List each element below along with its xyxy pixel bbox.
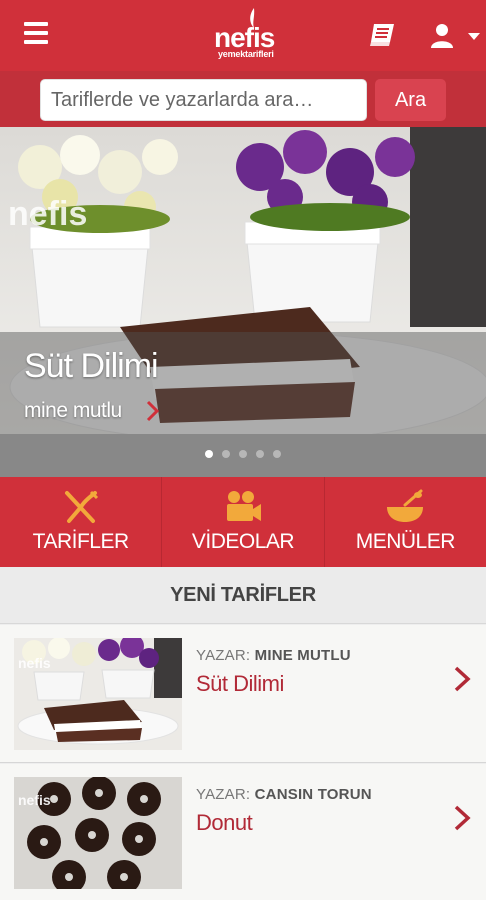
- hero-author[interactable]: mine mutlu: [24, 399, 122, 423]
- slide-dot[interactable]: [222, 450, 230, 458]
- recipe-title[interactable]: Donut: [196, 810, 253, 836]
- category-label: VİDEOLAR: [191, 530, 295, 553]
- category-tarifler[interactable]: TARİFLER: [0, 477, 163, 567]
- fork-knife-icon: [64, 490, 98, 523]
- book-icon[interactable]: [368, 22, 396, 48]
- logo-subtext: yemektarifleri: [218, 49, 274, 59]
- recipe-list-item[interactable]: nefis YAZAR: CANSIN TORUN Donut: [0, 764, 486, 900]
- slide-dot[interactable]: [273, 450, 281, 458]
- category-label: MENÜLER: [355, 530, 456, 553]
- hero-watermark-logo: nefis: [8, 195, 87, 233]
- recipe-author-line: YAZAR: CANSIN TORUN: [196, 786, 372, 803]
- app-header: nefis yemektarifleri: [0, 0, 486, 71]
- chevron-right-icon[interactable]: [146, 400, 160, 422]
- category-menuler[interactable]: MENÜLER: [325, 477, 486, 567]
- recipe-author[interactable]: MINE MUTLU: [255, 647, 351, 664]
- svg-text:nefis: nefis: [18, 792, 51, 808]
- recipe-thumbnail[interactable]: nefis: [14, 777, 182, 889]
- slide-indicator: [205, 450, 281, 460]
- recipe-list-item[interactable]: nefis YAZAR: MINE MUTLU Süt Dilimi: [0, 625, 486, 763]
- search-button[interactable]: Ara: [375, 79, 446, 121]
- svg-text:nefis: nefis: [18, 655, 51, 671]
- chevron-right-icon[interactable]: [452, 665, 472, 693]
- section-title: YENİ TARİFLER: [170, 584, 316, 606]
- search-input[interactable]: [40, 79, 367, 121]
- category-videolar[interactable]: VİDEOLAR: [162, 477, 325, 567]
- chevron-right-icon[interactable]: [452, 804, 472, 832]
- recipe-author[interactable]: CANSIN TORUN: [255, 786, 372, 803]
- recipe-thumbnail[interactable]: nefis: [14, 638, 182, 750]
- slide-dot[interactable]: [205, 450, 213, 458]
- hero-slider[interactable]: nefis Süt Dilimi mine mutlu: [0, 127, 486, 477]
- user-menu-button[interactable]: [430, 22, 480, 50]
- section-header: YENİ TARİFLER: [0, 567, 486, 624]
- slide-dot[interactable]: [256, 450, 264, 458]
- author-prefix: YAZAR:: [196, 647, 251, 664]
- recipe-author-line: YAZAR: MINE MUTLU: [196, 647, 351, 664]
- video-camera-icon: [226, 491, 261, 521]
- svg-text:nefis: nefis: [8, 195, 87, 233]
- caret-down-icon: [468, 33, 480, 40]
- logo[interactable]: nefis yemektarifleri: [200, 6, 290, 62]
- bowl-whisk-icon: [387, 489, 424, 522]
- author-prefix: YAZAR:: [196, 786, 251, 803]
- menu-icon[interactable]: [24, 22, 48, 44]
- search-bar: Ara: [0, 71, 486, 127]
- user-icon: [431, 24, 480, 48]
- slide-dot[interactable]: [239, 450, 247, 458]
- recipe-title[interactable]: Süt Dilimi: [196, 671, 284, 697]
- category-nav: TARİFLER VİDEOLAR MENÜLER: [0, 477, 486, 567]
- hero-title[interactable]: Süt Dilimi: [24, 347, 159, 386]
- category-label: TARİFLER: [32, 530, 129, 553]
